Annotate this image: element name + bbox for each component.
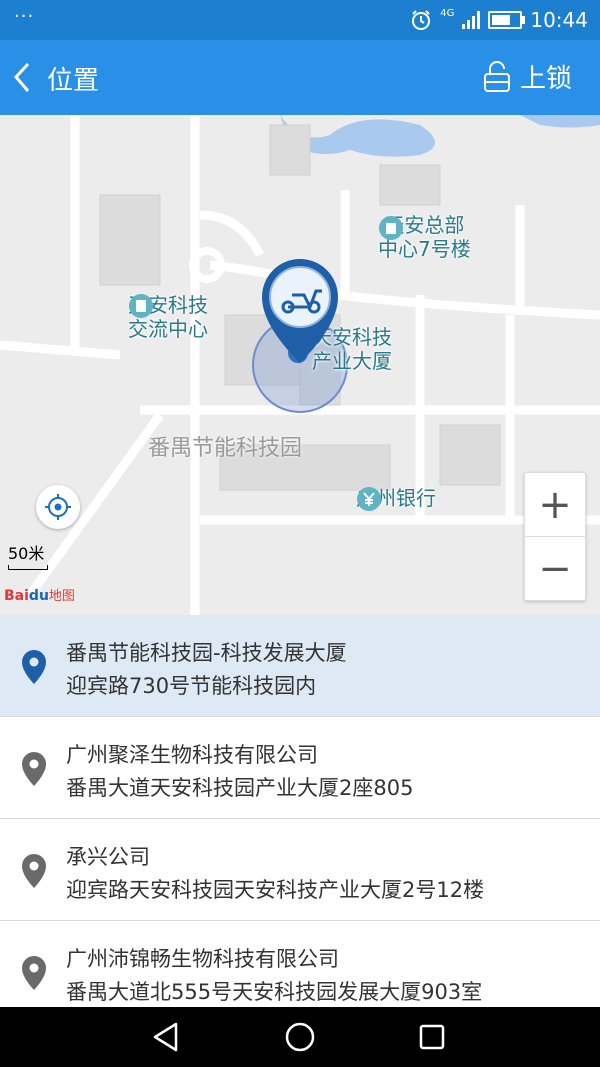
status-bar: ··· 4G 10:44 [0, 0, 600, 40]
location-address: 迎宾路730号节能科技园内 [66, 674, 317, 698]
nav-recent-apps-icon[interactable] [414, 1019, 450, 1055]
clock: 10:44 [530, 8, 588, 32]
list-item[interactable]: 承兴公司 迎宾路天安科技园天安科技产业大厦2号12楼 [0, 819, 600, 921]
zoom-out-button[interactable]: − [525, 536, 585, 600]
crosshair-icon [45, 494, 71, 520]
signal-icon [462, 11, 481, 29]
area-label: 番禺节能科技园 [148, 436, 303, 461]
map-pin-icon [22, 956, 46, 990]
zoom-in-button[interactable]: + [525, 473, 585, 536]
location-address: 番禺大道北555号天安科技园发展大厦903室 [66, 980, 483, 1004]
battery-icon [488, 11, 526, 29]
building-icon [379, 216, 403, 240]
map-pin-icon [22, 854, 46, 888]
alarm-icon [412, 10, 431, 30]
app-header: 位置 上锁 [0, 40, 600, 115]
location-name: 承兴公司 [66, 845, 150, 869]
system-nav-bar [0, 1007, 600, 1067]
lock-open-icon [483, 60, 510, 92]
list-item[interactable]: 番禺节能科技园-科技发展大厦 迎宾路730号节能科技园内 [0, 615, 600, 717]
location-address: 番禺大道天安科技园产业大厦2座805 [66, 776, 414, 800]
status-icons: 4G 10:44 [410, 8, 588, 32]
page-title: 位置 [47, 66, 100, 96]
network-type: 4G [440, 7, 455, 19]
map-view[interactable]: 天安总部 中心7号楼 天安科技 交流中心 天安科技 产业大厦 番禺节能科技园 广… [0, 115, 600, 615]
location-name: 广州聚泽生物科技有限公司 [66, 743, 318, 767]
list-item[interactable]: 广州聚泽生物科技有限公司 番禺大道天安科技园产业大厦2座805 [0, 717, 600, 819]
yen-icon [357, 487, 381, 511]
map-pin-icon [22, 650, 46, 684]
location-list: 番禺节能科技园-科技发展大厦 迎宾路730号节能科技园内 广州聚泽生物科技有限公… [0, 615, 600, 1022]
building-icon [129, 294, 153, 318]
location-address: 迎宾路天安科技园天安科技产业大厦2号12楼 [66, 878, 485, 902]
location-name: 番禺节能科技园-科技发展大厦 [66, 641, 347, 665]
back-icon[interactable] [6, 50, 46, 105]
nav-home-icon[interactable] [282, 1019, 318, 1055]
poi-exchange-center[interactable]: 天安科技 交流中心 [128, 293, 208, 341]
lock-button[interactable]: 上锁 [482, 58, 572, 95]
locate-button[interactable] [36, 485, 80, 529]
notification-dots: ··· [14, 6, 35, 27]
nav-back-icon[interactable] [148, 1019, 184, 1055]
poi-bank[interactable]: 广州银行 [356, 486, 436, 511]
map-scale: 50米 [8, 540, 48, 570]
map-pin-icon [22, 752, 46, 786]
lock-label: 上锁 [519, 64, 572, 94]
scooter-marker-icon[interactable] [258, 255, 342, 367]
location-name: 广州沛锦畅生物科技有限公司 [66, 947, 339, 971]
poi-tianan-hq[interactable]: 天安总部 中心7号楼 [378, 213, 471, 261]
baidu-map-logo: Baidu地图 [4, 588, 75, 604]
zoom-control: + − [524, 472, 586, 601]
